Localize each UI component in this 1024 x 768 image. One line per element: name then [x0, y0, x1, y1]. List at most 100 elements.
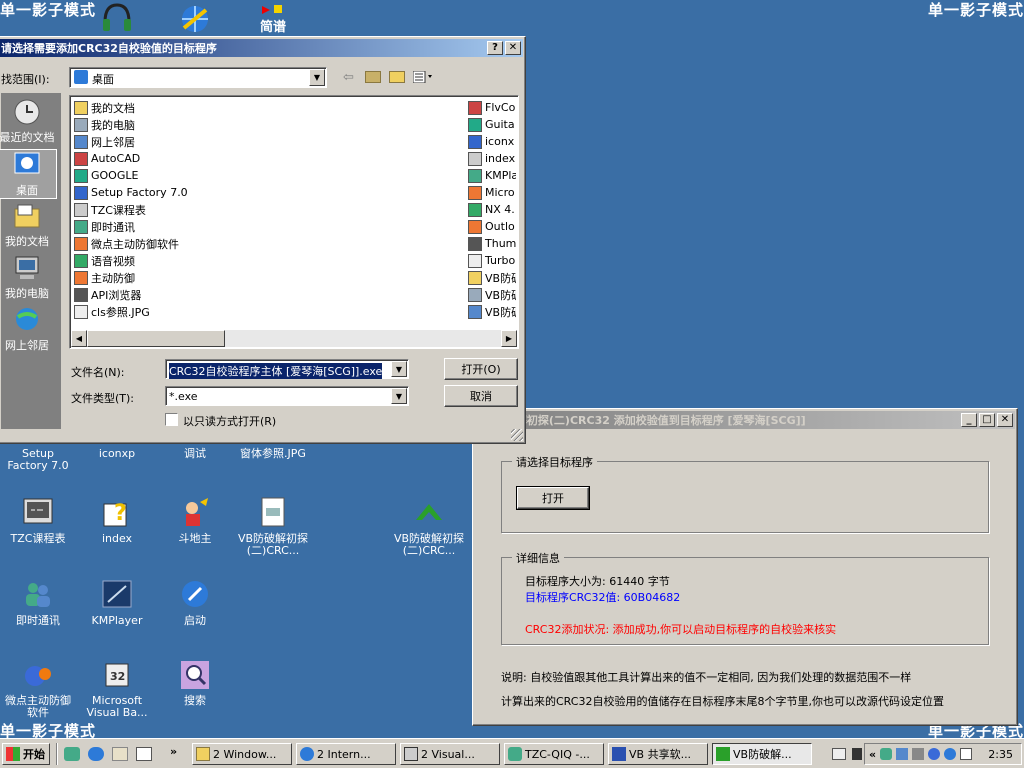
tray-network-icon[interactable] [896, 748, 909, 760]
tray-chevron-icon[interactable]: « [869, 748, 876, 761]
desktop-icon-vb6[interactable]: 32 Microsoft Visual Ba... [77, 658, 157, 719]
chevron-down-icon[interactable]: ▼ [391, 361, 407, 377]
file-list-item[interactable]: Micro [468, 184, 516, 201]
taskbar-item-vbcrc[interactable]: VB防破解... [712, 743, 812, 765]
minimize-button[interactable]: _ [961, 413, 977, 427]
readonly-checkbox[interactable] [165, 413, 178, 426]
maximize-button[interactable]: □ [979, 413, 995, 427]
filename-value[interactable]: CRC32自校验程序主体 [爱琴海[SCG]].exe [169, 363, 383, 379]
desktop-icon-vb-exe[interactable]: VB防破解初探 (二)CRC... [389, 496, 469, 557]
readonly-label[interactable]: 以只读方式打开(R) [183, 413, 276, 429]
file-list-item[interactable]: VB防破 [468, 286, 516, 303]
file-list-item[interactable]: AutoCAD [74, 150, 140, 167]
file-list-item[interactable]: FlvCo [468, 99, 516, 116]
lookin-combo[interactable]: 桌面 ▼ [69, 67, 327, 88]
crc32-tool-titlebar[interactable]: VB防破解初探(二)CRC32 添加校验值到目标程序 [爱琴海[SCG]] _ … [475, 411, 1015, 429]
chevron-down-icon[interactable]: ▼ [309, 69, 325, 86]
tray-app-icon[interactable] [944, 748, 957, 760]
new-folder-icon[interactable] [389, 71, 405, 83]
file-list-item[interactable]: KMPla [468, 167, 516, 184]
file-list-item[interactable]: cls参照.JPG [74, 303, 150, 320]
desktop-icon-debug[interactable]: 调试 [155, 448, 235, 460]
view-menu-icon[interactable] [412, 70, 435, 84]
close-button[interactable]: ✕ [997, 413, 1013, 427]
quicklaunch-ie-icon[interactable] [88, 747, 104, 761]
file-list-item[interactable]: iconx [468, 133, 516, 150]
place-my-documents[interactable]: 我的文档 [0, 201, 57, 249]
taskbar-item-ie[interactable]: 2 Intern... [296, 743, 396, 765]
file-list-item[interactable]: 主动防御 [74, 269, 135, 286]
quicklaunch-chevron-icon[interactable]: » [170, 745, 177, 758]
desktop-icon-index[interactable]: ? index [77, 496, 157, 545]
quicklaunch-desktop-icon[interactable] [136, 747, 152, 761]
clock[interactable]: 2:35 [988, 748, 1013, 761]
file-list-item[interactable]: 微点主动防御软件 [74, 235, 179, 252]
file-list-item[interactable]: Outlo [468, 218, 516, 235]
file-list-item[interactable]: 我的文档 [74, 99, 135, 116]
taskbar-item-tzc[interactable]: TZC-QIQ -... [504, 743, 604, 765]
file-list-item[interactable]: 即时通讯 [74, 218, 135, 235]
desktop-icon-vb-doc[interactable]: VB防破解初探 (二)CRC... [233, 496, 313, 557]
file-list-item[interactable]: NX 4. [468, 201, 516, 218]
scroll-right-button[interactable]: ▶ [501, 330, 517, 347]
open-target-button[interactable]: 打开 [516, 486, 590, 510]
desktop-icon-search[interactable]: 搜索 [155, 658, 235, 707]
desktop-icon-kmplayer[interactable]: KMPlayer [77, 578, 157, 627]
place-desktop[interactable]: 桌面 [0, 149, 57, 199]
file-list[interactable]: 我的文档 我的电脑 网上邻居 AutoCAD GOOGLE Setup Factory 7… [69, 95, 519, 349]
dialog-close-button[interactable]: ✕ [505, 41, 521, 55]
place-recent[interactable]: 最近的文档 [0, 97, 57, 145]
chevron-down-icon[interactable]: ▼ [391, 388, 407, 404]
globe-icon[interactable] [178, 2, 212, 34]
help-button[interactable]: ? [487, 41, 503, 55]
file-list-item[interactable]: Setup Factory 7.0 [74, 184, 188, 201]
music-icon[interactable]: 简谱 [258, 2, 292, 35]
desktop-icon-setup-factory[interactable]: Setup Factory 7.0 [0, 448, 78, 472]
dialog-titlebar[interactable]: 请选择需要添加CRC32自校验值的目标程序 ? ✕ [0, 39, 523, 57]
desktop-icon-iconxp[interactable]: iconxp [77, 448, 157, 460]
open-button[interactable]: 打开(O) [444, 358, 518, 380]
file-list-item[interactable]: GOOGLE [74, 167, 138, 184]
file-list-item[interactable]: VB防破 [468, 303, 516, 320]
keyboard-icon[interactable] [832, 748, 846, 760]
desktop-icon-form-jpg[interactable]: 窗体参照.JPG [233, 448, 313, 460]
horizontal-scrollbar[interactable]: ◀ ▶ [71, 330, 517, 347]
back-icon[interactable]: ⇦ [343, 70, 354, 85]
up-folder-icon[interactable] [365, 71, 381, 83]
taskbar-item-vb[interactable]: 2 Visual... [400, 743, 500, 765]
quicklaunch-users-icon[interactable] [64, 747, 80, 761]
tray-monitor-icon[interactable] [912, 748, 925, 760]
file-list-item[interactable]: 语音视频 [74, 252, 135, 269]
headset-icon[interactable] [100, 2, 134, 34]
file-list-item[interactable]: VB防破 [468, 269, 516, 286]
file-list-item[interactable]: 网上邻居 [74, 133, 135, 150]
file-list-item[interactable]: API浏览器 [74, 286, 141, 303]
file-list-item[interactable]: TZC课程表 [74, 201, 146, 218]
file-list-item[interactable]: 我的电脑 [74, 116, 135, 133]
quicklaunch-outlook-icon[interactable] [112, 747, 128, 761]
desktop-icon-doudizhu[interactable]: 斗地主 [155, 496, 235, 545]
cancel-button[interactable]: 取消 [444, 385, 518, 407]
start-button[interactable]: 开始 [2, 743, 50, 765]
file-list-item[interactable]: index [468, 150, 516, 167]
place-network[interactable]: 网上邻居 [0, 305, 57, 353]
resize-grip[interactable] [511, 429, 523, 441]
desktop-icon-tzc[interactable]: TZC课程表 [0, 496, 78, 545]
file-list-item[interactable]: Thumb [468, 235, 516, 252]
file-list-item[interactable]: Guita [468, 116, 516, 133]
filetype-combo[interactable]: *.exe ▼ [165, 386, 409, 406]
file-list-item[interactable]: Turbo [468, 252, 516, 269]
desktop-icon-launch[interactable]: 启动 [155, 578, 235, 627]
filename-combo[interactable]: CRC32自校验程序主体 [爱琴海[SCG]].exe ▼ [165, 359, 409, 379]
scroll-left-button[interactable]: ◀ [71, 330, 87, 347]
taskbar-item-explorer[interactable]: 2 Window... [192, 743, 292, 765]
tray-users-icon[interactable] [880, 748, 893, 760]
desktop-icon-chat[interactable]: 即时通讯 [0, 578, 78, 627]
tray-edit-icon[interactable] [960, 748, 973, 760]
place-my-computer[interactable]: 我的电脑 [0, 253, 57, 301]
taskbar-item-word[interactable]: VB 共享软... [608, 743, 708, 765]
ime-icon[interactable] [852, 748, 862, 760]
scroll-thumb[interactable] [87, 330, 225, 347]
desktop-icon-weidian[interactable]: 微点主动防御 软件 [0, 658, 78, 719]
tray-shield-icon[interactable] [928, 748, 941, 760]
